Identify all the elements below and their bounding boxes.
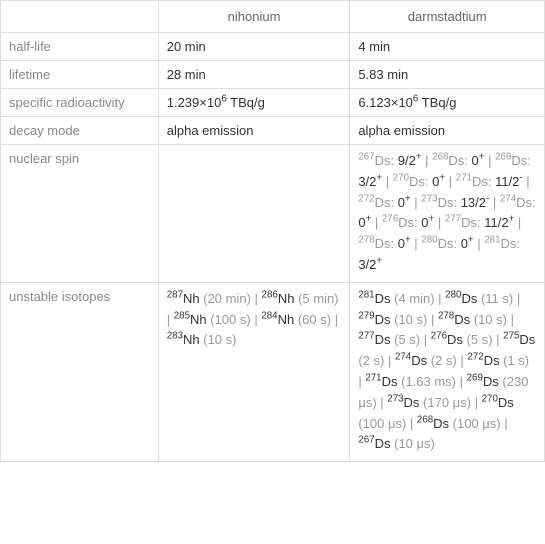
nh-decay-mode: alpha emission: [158, 117, 350, 145]
nh-unstable-isotopes: 287Nh (20 min) | 286Nh (5 min) | 285Nh (…: [158, 282, 350, 461]
row-decay-mode: decay mode alpha emission alpha emission: [1, 117, 545, 145]
row-nuclear-spin: nuclear spin 267Ds: 9/2+ | 268Ds: 0+ | 2…: [1, 145, 545, 283]
row-half-life: half-life 20 min 4 min: [1, 33, 545, 61]
nh-half-life: 20 min: [158, 33, 350, 61]
label-specific-radioactivity: specific radioactivity: [1, 89, 159, 117]
nh-lifetime: 28 min: [158, 61, 350, 89]
label-nuclear-spin: nuclear spin: [1, 145, 159, 283]
label-decay-mode: decay mode: [1, 117, 159, 145]
ds-half-life: 4 min: [350, 33, 545, 61]
ds-decay-mode: alpha emission: [350, 117, 545, 145]
label-unstable-isotopes: unstable isotopes: [1, 282, 159, 461]
nh-specific-radioactivity: 1.239×106 TBq/g: [158, 89, 350, 117]
header-empty: [1, 1, 159, 33]
ds-unstable-isotopes: 281Ds (4 min) | 280Ds (11 s) | 279Ds (10…: [350, 282, 545, 461]
header-darmstadtium: darmstadtium: [350, 1, 545, 33]
header-row: nihonium darmstadtium: [1, 1, 545, 33]
ds-nuclear-spin: 267Ds: 9/2+ | 268Ds: 0+ | 269Ds: 3/2+ | …: [350, 145, 545, 283]
label-lifetime: lifetime: [1, 61, 159, 89]
header-nihonium: nihonium: [158, 1, 350, 33]
row-unstable-isotopes: unstable isotopes 287Nh (20 min) | 286Nh…: [1, 282, 545, 461]
label-half-life: half-life: [1, 33, 159, 61]
properties-table: nihonium darmstadtium half-life 20 min 4…: [0, 0, 545, 462]
row-specific-radioactivity: specific radioactivity 1.239×106 TBq/g 6…: [1, 89, 545, 117]
ds-lifetime: 5.83 min: [350, 61, 545, 89]
row-lifetime: lifetime 28 min 5.83 min: [1, 61, 545, 89]
nh-nuclear-spin: [158, 145, 350, 283]
ds-specific-radioactivity: 6.123×106 TBq/g: [350, 89, 545, 117]
